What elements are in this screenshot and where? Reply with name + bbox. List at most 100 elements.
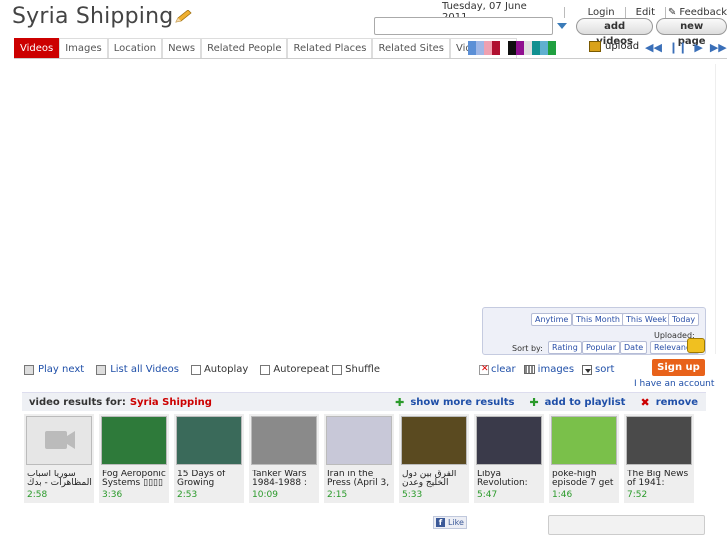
video-thumbnail[interactable]	[251, 416, 317, 465]
filter-today[interactable]: Today	[668, 313, 700, 326]
video-thumbnail[interactable]	[101, 416, 167, 465]
clear-link[interactable]: clear	[491, 364, 516, 375]
play-next-control[interactable]: Play next	[24, 364, 84, 375]
shuffle-control[interactable]: Shuffle	[332, 364, 380, 375]
signup-button[interactable]: Sign up	[652, 359, 705, 376]
site-title[interactable]: Syria Shipping	[12, 4, 173, 29]
video-title[interactable]: poke-high episode 7 get	[551, 470, 617, 488]
sort-rating[interactable]: Rating	[548, 341, 582, 354]
sort-popular[interactable]: Popular	[582, 341, 620, 354]
mail-icon[interactable]	[687, 338, 705, 353]
pencil-icon[interactable]	[174, 10, 192, 24]
video-title[interactable]: Tanker Wars 1984-1988 :	[251, 470, 317, 488]
add-playlist-button[interactable]: ✚ add to playlist	[529, 396, 625, 409]
show-more-label[interactable]: show more results	[410, 397, 514, 408]
video-title[interactable]: The Big News of 1941:	[626, 470, 692, 488]
comment-box[interactable]	[548, 515, 705, 535]
play-next-link[interactable]: Play next	[38, 364, 84, 375]
tab-news[interactable]: News	[162, 38, 202, 58]
color-swatch[interactable]	[508, 41, 516, 55]
video-thumbnail[interactable]	[401, 416, 467, 465]
video-placeholder-icon[interactable]	[26, 416, 92, 465]
feedback-link[interactable]: Feedback	[679, 7, 727, 18]
color-swatch[interactable]	[548, 41, 556, 55]
sort-link[interactable]: sort	[595, 364, 614, 375]
chevron-down-icon[interactable]	[557, 23, 567, 29]
tab-related-people[interactable]: Related People	[201, 38, 288, 58]
color-swatch[interactable]	[516, 41, 524, 55]
autorepeat-control[interactable]: Autorepeat	[260, 364, 329, 375]
video-results: سوريا أسباب المظاهرات - بدك 2:58 Fog Aerop…	[24, 414, 694, 503]
tab-related-sites[interactable]: Related Sites	[372, 38, 451, 58]
color-swatch[interactable]	[500, 41, 508, 55]
have-account-link[interactable]: I have an account	[634, 379, 714, 389]
images-icon	[523, 365, 535, 374]
color-swatches	[468, 41, 564, 55]
video-thumbnail[interactable]	[326, 416, 392, 465]
pause-icon[interactable]: ❙❙	[669, 42, 687, 54]
video-title[interactable]: سوريا أسباب المظاهرات - بدك	[26, 470, 92, 488]
sort-date[interactable]: Date	[620, 341, 648, 354]
tab-videos[interactable]: Videos	[14, 38, 60, 58]
video-card[interactable]: 15 Days of Growing 2:53	[174, 414, 244, 503]
video-thumbnail[interactable]	[551, 416, 617, 465]
facebook-like-button[interactable]: f Like	[433, 516, 467, 529]
add-videos-button[interactable]: add videos	[576, 17, 654, 47]
filter-this-week[interactable]: This Week	[622, 313, 671, 326]
login-link[interactable]: Login	[588, 7, 615, 18]
upload-control[interactable]: upload	[589, 41, 639, 52]
video-card[interactable]: الفرق بين دول الخليج وعدن 5:33	[399, 414, 469, 503]
video-title[interactable]: Iran in the Press (April 3,	[326, 470, 392, 488]
rewind-icon[interactable]: ◀◀	[645, 42, 662, 54]
video-card[interactable]: Tanker Wars 1984-1988 : 10:09	[249, 414, 319, 503]
video-card[interactable]: Fog Aeroponic Systems ▯▯▯▯ 3:36	[99, 414, 169, 503]
results-header: video results for: Syria Shipping ✚ show…	[22, 392, 706, 411]
video-title[interactable]: الفرق بين دول الخليج وعدن	[401, 470, 467, 488]
remove-button[interactable]: ✖ remove	[640, 396, 698, 409]
video-card[interactable]: Libya Revolution: 5:47	[474, 414, 544, 503]
images-control[interactable]: images	[523, 364, 574, 375]
color-swatch[interactable]	[556, 41, 564, 55]
search-input[interactable]	[374, 17, 553, 35]
video-thumbnail[interactable]	[626, 416, 692, 465]
color-swatch[interactable]	[492, 41, 500, 55]
add-playlist-label[interactable]: add to playlist	[545, 397, 626, 408]
color-swatch[interactable]	[468, 41, 476, 55]
autorepeat-checkbox[interactable]	[260, 364, 271, 375]
color-swatch[interactable]	[524, 41, 532, 55]
tab-images[interactable]: Images	[59, 38, 108, 58]
list-all-control[interactable]: List all Videos	[96, 364, 179, 375]
video-title[interactable]: 15 Days of Growing	[176, 470, 242, 488]
autoplay-checkbox[interactable]	[190, 364, 201, 375]
tab-related-places[interactable]: Related Places	[287, 38, 373, 58]
color-swatch[interactable]	[484, 41, 492, 55]
shuffle-checkbox[interactable]	[332, 364, 343, 375]
upload-label[interactable]: upload	[605, 41, 639, 52]
video-card[interactable]: سوريا أسباب المظاهرات - بدك 2:58	[24, 414, 94, 503]
filter-this-month[interactable]: This Month	[572, 313, 624, 326]
show-more-button[interactable]: ✚ show more results	[395, 396, 514, 409]
video-title[interactable]: Fog Aeroponic Systems ▯▯▯▯	[101, 470, 167, 488]
video-duration: 2:15	[327, 490, 348, 500]
remove-label[interactable]: remove	[656, 397, 698, 408]
clear-control[interactable]: clear	[479, 364, 516, 375]
tab-location[interactable]: Location	[107, 38, 163, 58]
video-card[interactable]: Iran in the Press (April 3, 2:15	[324, 414, 394, 503]
video-card[interactable]: The Big News of 1941: 7:52	[624, 414, 694, 503]
filter-anytime[interactable]: Anytime	[531, 313, 573, 326]
images-link[interactable]: images	[538, 364, 574, 375]
video-thumbnail[interactable]	[176, 416, 242, 465]
color-swatch[interactable]	[540, 41, 548, 55]
video-thumbnail[interactable]	[476, 416, 542, 465]
list-all-link[interactable]: List all Videos	[110, 364, 179, 375]
sort-control[interactable]: sort	[582, 364, 614, 375]
color-swatch[interactable]	[532, 41, 540, 55]
play-icon[interactable]: ▶	[694, 42, 702, 54]
video-title[interactable]: Libya Revolution:	[476, 470, 542, 488]
edit-link[interactable]: Edit	[636, 7, 655, 18]
new-page-button[interactable]: new page	[656, 17, 727, 47]
autoplay-control[interactable]: Autoplay	[190, 364, 248, 375]
color-swatch[interactable]	[476, 41, 484, 55]
video-card[interactable]: poke-high episode 7 get 1:46	[549, 414, 619, 503]
fast-forward-icon[interactable]: ▶▶	[710, 42, 727, 54]
